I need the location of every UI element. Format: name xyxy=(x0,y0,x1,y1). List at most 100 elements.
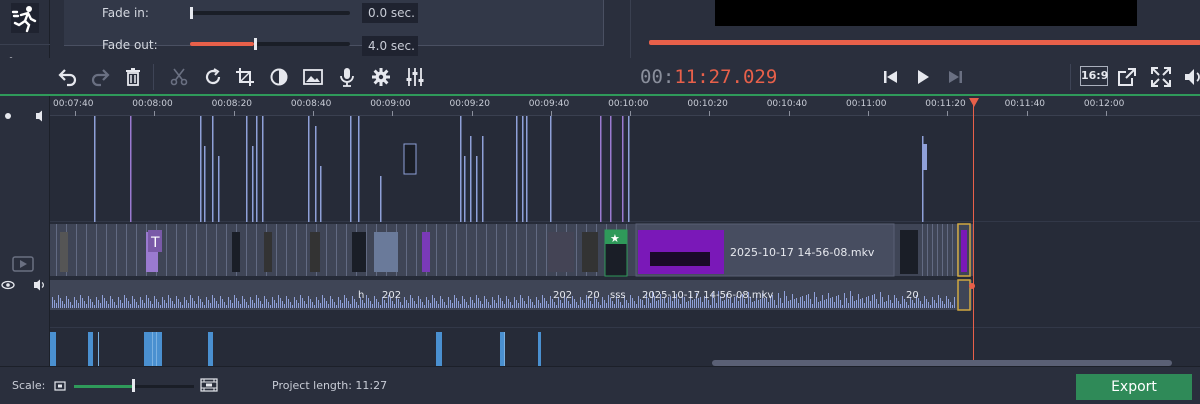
waveform-bar xyxy=(692,300,693,308)
main-video-clips[interactable]: T ★ xyxy=(50,222,1200,328)
waveform-bar xyxy=(858,294,859,308)
audio-clip-label: h xyxy=(358,290,365,301)
waveform-bar xyxy=(444,302,445,308)
waveform-bar xyxy=(188,303,189,308)
clip-boundary xyxy=(456,224,457,276)
color-adjust-icon[interactable] xyxy=(264,62,294,92)
waveform-bar xyxy=(196,304,197,308)
track-headers xyxy=(0,96,50,366)
waveform-bar xyxy=(936,303,937,308)
waveform-bar xyxy=(462,296,463,308)
waveform-bar xyxy=(330,296,331,308)
overlay-clip xyxy=(315,126,317,222)
waveform-bar xyxy=(146,295,147,308)
image-icon[interactable] xyxy=(298,62,328,92)
project-length-value: 11:27 xyxy=(355,379,388,392)
fade-out-value[interactable]: 4.0 sec. xyxy=(362,36,418,56)
waveform-bar xyxy=(274,300,275,308)
clip-boundary xyxy=(546,224,547,276)
waveform-bar xyxy=(722,301,723,308)
waveform-bar xyxy=(576,302,577,308)
fade-in-value[interactable]: 0.0 sec. xyxy=(362,3,418,23)
rotate-icon[interactable] xyxy=(198,62,228,92)
waveform-bar xyxy=(528,296,529,308)
waveform-bar xyxy=(908,305,909,308)
clip-boundary xyxy=(56,224,57,276)
gear-icon[interactable] xyxy=(366,62,396,92)
waveform-bar xyxy=(562,303,563,308)
waveform-bar xyxy=(422,302,423,308)
aspect-ratio-button[interactable]: 16:9 xyxy=(1080,66,1108,86)
waveform-bar xyxy=(90,299,91,308)
tracks-area[interactable]: T ★ 2025-10-17 14-56-08.mkv h 202 202 20 … xyxy=(50,116,1200,366)
waveform-bar xyxy=(212,295,213,308)
waveform-bar xyxy=(486,299,487,308)
clip-boundary xyxy=(176,224,177,276)
overlay-clip xyxy=(464,156,466,222)
scissors-icon[interactable] xyxy=(164,62,194,92)
play-icon[interactable] xyxy=(908,62,938,92)
overlay-clips[interactable] xyxy=(50,116,1200,222)
zoom-in-icon[interactable] xyxy=(200,378,218,392)
waveform-bar xyxy=(834,302,835,308)
waveform-bar xyxy=(456,298,457,308)
export-button[interactable]: Export xyxy=(1076,374,1192,400)
waveform-bar xyxy=(282,301,283,308)
skip-back-icon[interactable] xyxy=(876,62,906,92)
detach-preview-icon[interactable] xyxy=(1112,62,1142,92)
fade-in-handle[interactable] xyxy=(190,7,193,19)
overlay-clip xyxy=(526,116,528,222)
microphone-icon[interactable] xyxy=(332,62,362,92)
waveform-bar xyxy=(262,304,263,308)
waveform-bar xyxy=(948,299,949,308)
main-video-track[interactable]: T ★ 2025-10-17 14-56-08.mkv h 202 202 20 … xyxy=(50,222,1200,328)
waveform-bar xyxy=(832,297,833,308)
ruler-tick-label: 00:11:00 xyxy=(846,99,887,109)
volume-icon[interactable] xyxy=(1178,62,1200,92)
preview-progress-bar[interactable] xyxy=(649,40,1200,45)
waveform-bar xyxy=(494,300,495,308)
waveform-bar xyxy=(954,297,955,308)
fade-in-slider[interactable] xyxy=(190,7,350,19)
clip-boundary xyxy=(446,224,447,276)
delete-icon[interactable] xyxy=(118,62,148,92)
waveform-bar xyxy=(884,302,885,308)
waveform-bar xyxy=(708,300,709,308)
audio-clip-label: 202 xyxy=(553,290,573,301)
runner-icon[interactable] xyxy=(8,0,42,36)
waveform-bar xyxy=(106,301,107,308)
fade-out-slider[interactable] xyxy=(190,38,350,50)
skip-forward-icon[interactable] xyxy=(940,62,970,92)
waveform-bar xyxy=(852,296,853,308)
playhead-line[interactable] xyxy=(973,98,974,360)
waveform-bar xyxy=(354,299,355,308)
fullscreen-icon[interactable] xyxy=(1146,62,1176,92)
scale-handle[interactable] xyxy=(131,379,135,392)
waveform-bar xyxy=(80,295,81,308)
waveform-bar xyxy=(590,301,591,308)
redo-icon[interactable] xyxy=(86,62,116,92)
waveform-bar xyxy=(154,296,155,308)
waveform-bar xyxy=(792,294,793,308)
waveform-bar xyxy=(424,305,425,308)
waveform-bar xyxy=(608,295,609,308)
waveform-bar xyxy=(840,300,841,308)
fade-out-handle[interactable] xyxy=(254,38,257,50)
clip-boundary xyxy=(942,224,943,276)
crop-icon[interactable] xyxy=(230,62,260,92)
time-ruler[interactable]: 00:07:40 00:08:00 00:08:20 00:08:40 00:09:00… xyxy=(50,96,1200,116)
clip-boundary xyxy=(536,224,537,276)
waveform-bar xyxy=(600,305,601,308)
overlay-track[interactable] xyxy=(50,116,1200,222)
waveform-bar xyxy=(246,302,247,308)
zoom-out-icon[interactable] xyxy=(54,380,66,392)
undo-icon[interactable] xyxy=(52,62,82,92)
waveform-bar xyxy=(906,302,907,308)
video-editor-window: Fade in: 0.0 sec. Fade out: 4.0 sec. 00:… xyxy=(0,0,1200,404)
equalizer-icon[interactable] xyxy=(400,62,430,92)
clip-boundary xyxy=(106,224,107,276)
main-track-controls[interactable] xyxy=(0,278,50,292)
playhead-handle[interactable] xyxy=(969,98,979,107)
waveform-bar xyxy=(542,295,543,308)
waveform-bar xyxy=(464,299,465,308)
